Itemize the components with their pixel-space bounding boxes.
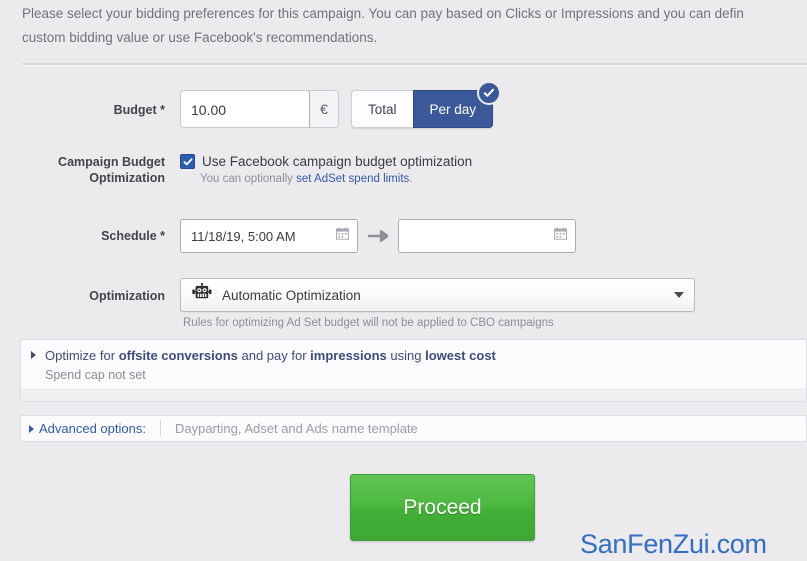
optimize-for-text: Optimize for offsite conversions and pay… — [45, 348, 496, 363]
proceed-button[interactable]: Proceed — [350, 474, 535, 541]
section-divider — [22, 63, 807, 66]
optimize-bold-objective: offsite conversions — [118, 348, 238, 363]
cbo-sub-text: You can optionally set AdSet spend limit… — [180, 169, 807, 185]
budget-toggle-total[interactable]: Total — [351, 90, 413, 128]
schedule-end-input[interactable] — [399, 228, 575, 244]
optimization-note: Rules for optimizing Ad Set budget will … — [183, 317, 554, 329]
schedule-row: Schedule * — [0, 214, 807, 272]
optimization-label: Optimization — [89, 289, 165, 303]
panel-footer-strip — [21, 390, 806, 401]
bidding-preferences-page: Please select your bidding preferences f… — [0, 0, 807, 561]
optimization-field: Automatic Optimization Rules for optimiz… — [165, 272, 807, 329]
triangle-right-icon[interactable] — [31, 351, 36, 359]
triangle-right-icon[interactable] — [29, 424, 34, 433]
campaign-budget-optimization-label: Campaign Budget Optimization — [58, 155, 165, 185]
optimization-row: Optimization Automatic Optimization Rule… — [0, 272, 807, 334]
optimize-text-2: and pay for — [237, 348, 311, 363]
watermark: SanFenZui.com — [580, 529, 767, 559]
robot-icon — [191, 282, 213, 308]
budget-input[interactable] — [181, 91, 310, 127]
chevron-down-icon — [674, 292, 684, 298]
intro-paragraph: Please select your bidding preferences f… — [22, 6, 744, 45]
budget-label: Budget * — [113, 103, 165, 117]
optimize-text-3: using — [386, 348, 426, 363]
budget-input-group: € — [180, 90, 339, 128]
schedule-start-input[interactable] — [181, 228, 357, 244]
schedule-label: Schedule * — [101, 229, 165, 243]
optimize-for-summary: Optimize for offsite conversions and pay… — [21, 340, 806, 365]
optimization-select[interactable]: Automatic Optimization — [180, 278, 695, 312]
optimization-selected-value: Automatic Optimization — [222, 287, 361, 303]
cbo-sub-prefix: You can optionally — [200, 173, 297, 185]
advanced-options-label[interactable]: Advanced options: — [39, 421, 160, 436]
schedule-field — [165, 214, 807, 253]
campaign-budget-optimization-field: Use Facebook campaign budget optimizatio… — [165, 152, 807, 185]
advanced-options-description: Dayparting, Adset and Ads name template — [174, 421, 418, 436]
campaign-budget-optimization-row: Campaign Budget Optimization Use Faceboo… — [0, 152, 807, 214]
optimize-for-panel[interactable]: Optimize for offsite conversions and pay… — [20, 339, 807, 402]
advanced-options-row[interactable]: Advanced options: Dayparting, Adset and … — [20, 415, 807, 442]
bidding-form: Budget * € Total Per day — [0, 81, 807, 334]
budget-row: Budget * € Total Per day — [0, 81, 807, 152]
currency-symbol: € — [310, 91, 338, 127]
schedule-start-input-wrapper — [180, 219, 358, 253]
cbo-checkbox[interactable] — [180, 154, 195, 169]
optimize-bold-strategy: lowest cost — [425, 348, 496, 363]
spend-cap-status: Spend cap not set — [21, 365, 806, 390]
budget-field: € Total Per day — [165, 81, 807, 128]
budget-type-toggle: Total Per day — [351, 81, 502, 128]
schedule-end-input-wrapper — [398, 219, 576, 253]
optimize-bold-billing: impressions — [310, 348, 387, 363]
schedule-arrow-icon — [358, 229, 398, 243]
cbo-sub-suffix: . — [409, 173, 413, 185]
selected-check-icon — [477, 81, 502, 105]
cbo-checkbox-label: Use Facebook campaign budget optimizatio… — [202, 154, 473, 169]
set-adset-spend-limits-link[interactable]: set AdSet spend limits — [296, 173, 409, 185]
optimize-text-1: Optimize for — [45, 348, 119, 363]
